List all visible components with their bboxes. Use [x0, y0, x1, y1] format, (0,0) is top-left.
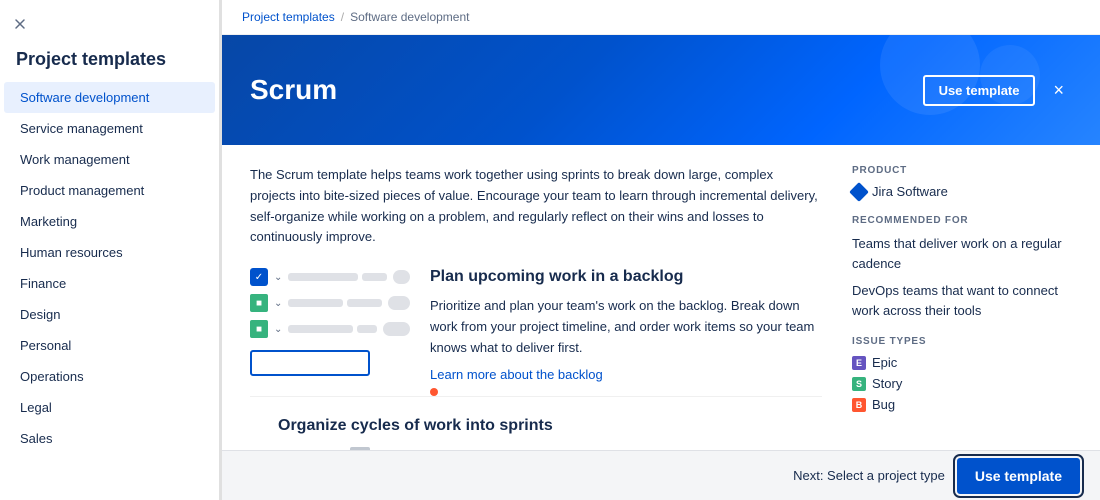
recommended-item-1: Teams that deliver work on a regular cad… [852, 234, 1072, 273]
sidebar-item-operations[interactable]: Operations [4, 361, 215, 392]
feature-title: Plan upcoming work in a backlog [430, 268, 822, 286]
issue-type-epic: E Epic [852, 355, 1072, 370]
product-label: PRODUCT [852, 165, 1072, 176]
backlog-checkbox-2: ■ [250, 294, 268, 312]
story-icon: S [852, 377, 866, 391]
product-name: Jira Software [872, 184, 948, 199]
breadcrumb-parent[interactable]: Project templates [242, 10, 335, 24]
sidebar-title: Project templates [0, 41, 219, 82]
template-description: The Scrum template helps teams work toge… [250, 165, 822, 248]
template-right-column: PRODUCT Jira Software RECOMMENDED FOR Te… [852, 165, 1072, 450]
breadcrumb-separator: / [341, 10, 344, 24]
story-label: Story [872, 376, 902, 391]
sidebar-item-marketing[interactable]: Marketing [4, 206, 215, 237]
product-section: PRODUCT Jira Software [852, 165, 1072, 199]
header-actions: Use template × [923, 75, 1072, 106]
jira-diamond-icon [849, 182, 869, 202]
sidebar-item-legal[interactable]: Legal [4, 392, 215, 423]
sidebar-item-human-resources[interactable]: Human resources [4, 237, 215, 268]
template-name: Scrum [250, 74, 337, 106]
template-left-column: The Scrum template helps teams work toge… [250, 165, 822, 450]
issue-types-label: ISSUE TYPES [852, 336, 1072, 347]
product-item: Jira Software [852, 184, 1072, 199]
use-template-header-button[interactable]: Use template [923, 75, 1036, 106]
sidebar-item-work-management[interactable]: Work management [4, 144, 215, 175]
feature-description: Prioritize and plan your team's work on … [430, 296, 822, 358]
recommended-label: RECOMMENDED FOR [852, 215, 1072, 226]
sidebar-item-sales[interactable]: Sales [4, 423, 215, 454]
bug-label: Bug [872, 397, 895, 412]
close-button[interactable] [0, 10, 219, 41]
sidebar-item-finance[interactable]: Finance [4, 268, 215, 299]
sidebar-item-product-management[interactable]: Product management [4, 175, 215, 206]
issue-types-section: ISSUE TYPES E Epic S Story B Bug [852, 336, 1072, 412]
feature-text: Plan upcoming work in a backlog Prioriti… [430, 268, 822, 395]
sprint-illustration [278, 447, 794, 450]
main-content: Project templates / Software development… [222, 0, 1100, 500]
backlog-feature-section: ✓ ⌄ ■ ⌄ [250, 268, 822, 395]
sidebar: Project templates Software development S… [0, 0, 220, 500]
template-content-area: Scrum Use template × The Scrum template … [222, 35, 1100, 450]
sidebar-item-personal[interactable]: Personal [4, 330, 215, 361]
sprints-title: Organize cycles of work into sprints [278, 417, 794, 435]
sidebar-item-service-management[interactable]: Service management [4, 113, 215, 144]
bug-icon: B [852, 398, 866, 412]
next-text: Next: Select a project type [793, 468, 945, 483]
backlog-checkbox-1: ✓ [250, 268, 268, 286]
issue-type-story: S Story [852, 376, 1072, 391]
breadcrumb: Project templates / Software development [222, 0, 1100, 35]
sprints-section: Organize cycles of work into sprints [250, 396, 822, 450]
recommended-section: RECOMMENDED FOR Teams that deliver work … [852, 215, 1072, 320]
epic-label: Epic [872, 355, 897, 370]
issue-type-bug: B Bug [852, 397, 1072, 412]
recommended-item-2: DevOps teams that want to connect work a… [852, 281, 1072, 320]
backlog-illustration: ✓ ⌄ ■ ⌄ [250, 268, 410, 376]
learn-more-backlog-link[interactable]: Learn more about the backlog [430, 367, 603, 382]
template-body: The Scrum template helps teams work toge… [222, 145, 1100, 450]
bottom-bar: Next: Select a project type Use template [222, 450, 1100, 500]
sidebar-item-software-development[interactable]: Software development [4, 82, 215, 113]
close-template-button[interactable]: × [1045, 76, 1072, 105]
backlog-checkbox-3: ■ [250, 320, 268, 338]
breadcrumb-current: Software development [350, 10, 469, 24]
epic-icon: E [852, 356, 866, 370]
red-dot-indicator [430, 388, 438, 396]
sidebar-item-design[interactable]: Design [4, 299, 215, 330]
template-header: Scrum Use template × [222, 35, 1100, 145]
backlog-input-illustration [250, 350, 370, 376]
use-template-bottom-button[interactable]: Use template [957, 458, 1080, 494]
